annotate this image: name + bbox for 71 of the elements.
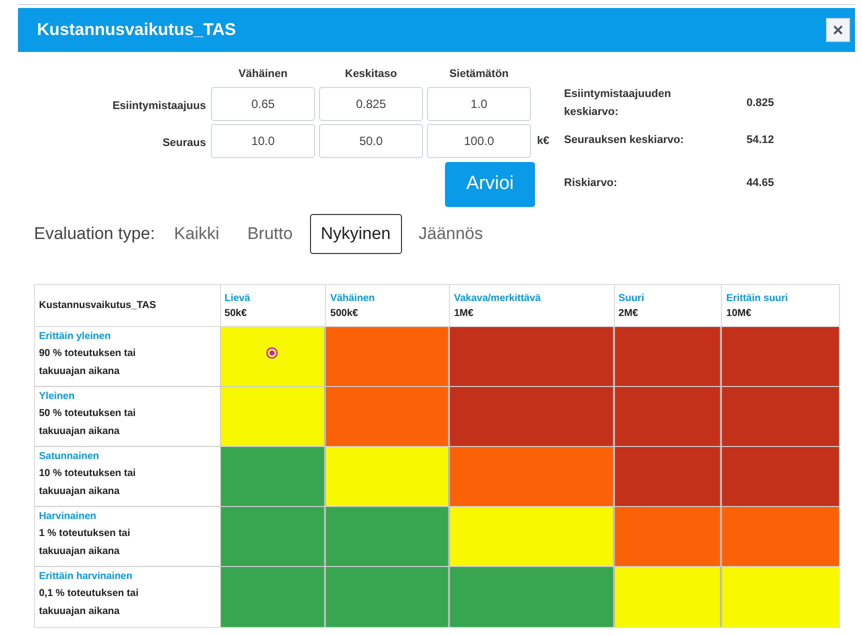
evaluation-tab[interactable]: Nykyinen bbox=[310, 214, 402, 254]
likelihood-description: 0,1 % toteutuksen tai takuuajan aikana bbox=[39, 587, 140, 619]
risk-cell[interactable] bbox=[722, 327, 839, 386]
row-label: Esiintymistaajuus bbox=[111, 99, 207, 114]
value-field[interactable]: 1.0 bbox=[427, 87, 531, 121]
risk-cell[interactable] bbox=[450, 567, 615, 627]
matrix-corner: Kustannusvaikutus_TAS bbox=[35, 285, 221, 326]
evaluation-tab[interactable]: Jäännös bbox=[408, 214, 494, 254]
stat-value: 54.12 bbox=[746, 132, 774, 148]
likelihood-name: Satunnainen bbox=[39, 450, 100, 464]
stat-value: 0.825 bbox=[746, 96, 774, 111]
risk-cell[interactable] bbox=[220, 567, 326, 627]
impact-amount: 50k€ bbox=[224, 306, 248, 320]
evaluation-type-label: Evaluation type: bbox=[34, 223, 155, 246]
column-header: Sietämätön bbox=[448, 67, 510, 82]
risk-cell[interactable] bbox=[614, 327, 722, 386]
impact-name: Erittäin suuri bbox=[726, 292, 789, 306]
unit-label: k€ bbox=[537, 134, 550, 149]
risk-cell[interactable] bbox=[326, 567, 450, 627]
risk-cell[interactable] bbox=[614, 387, 722, 446]
impact-amount: 2M€ bbox=[618, 306, 639, 320]
impact-name: Vakava/merkittävä bbox=[454, 292, 542, 306]
risk-cell[interactable] bbox=[220, 447, 326, 506]
risk-cell[interactable] bbox=[220, 387, 326, 446]
evaluation-tab[interactable]: Kaikki bbox=[162, 214, 230, 254]
impact-name: Suuri bbox=[618, 292, 646, 306]
impact-amount: 500k€ bbox=[330, 306, 360, 320]
value-field[interactable]: 100.0 bbox=[427, 124, 531, 158]
stat-label: Seurauksen keskiarvo: bbox=[564, 133, 685, 148]
impact-name: Lievä bbox=[224, 292, 252, 306]
impact-amount: 1M€ bbox=[454, 306, 474, 320]
likelihood-name: Yleinen bbox=[39, 390, 76, 404]
likelihood-description: 10 % toteutuksen tai takuuajan aikana bbox=[39, 467, 137, 499]
value-field[interactable]: 0.825 bbox=[319, 87, 423, 121]
column-header: Vähäinen bbox=[238, 67, 288, 82]
value-field[interactable]: 10.0 bbox=[211, 124, 315, 158]
risk-cell[interactable] bbox=[326, 327, 450, 386]
value-field[interactable]: 0.65 bbox=[211, 87, 315, 121]
risk-cell[interactable] bbox=[722, 447, 839, 506]
risk-cell[interactable] bbox=[614, 567, 722, 627]
likelihood-name: Erittäin yleinen bbox=[39, 330, 112, 344]
risk-cell[interactable] bbox=[326, 387, 450, 446]
stat-label: Esiintymistaajuuden keskiarvo: bbox=[564, 87, 672, 120]
close-button[interactable]: × bbox=[826, 18, 850, 42]
likelihood-name: Harvinainen bbox=[39, 510, 98, 524]
evaluation-tab[interactable]: Brutto bbox=[236, 214, 304, 254]
risk-cell[interactable] bbox=[220, 327, 326, 386]
risk-cell[interactable] bbox=[450, 447, 615, 506]
risk-cell[interactable] bbox=[450, 507, 615, 566]
risk-cell[interactable] bbox=[614, 507, 722, 566]
likelihood-description: 50 % toteutuksen tai takuuajan aikana bbox=[39, 407, 137, 439]
impact-amount: 10M€ bbox=[726, 306, 752, 320]
stat-label: Riskiarvo: bbox=[564, 176, 618, 191]
column-header: Keskitaso bbox=[344, 67, 398, 82]
stat-value: 44.65 bbox=[746, 176, 774, 191]
value-field[interactable]: 50.0 bbox=[319, 124, 423, 158]
risk-cell[interactable] bbox=[722, 387, 839, 446]
risk-cell[interactable] bbox=[450, 387, 615, 446]
likelihood-description: 1 % toteutuksen tai takuuajan aikana bbox=[39, 527, 132, 559]
risk-cell[interactable] bbox=[722, 507, 839, 566]
row-label: Seuraus bbox=[162, 136, 207, 152]
risk-cell[interactable] bbox=[722, 567, 839, 627]
likelihood-description: 90 % toteutuksen tai takuuajan aikana bbox=[39, 347, 137, 379]
likelihood-name: Erittäin harvinainen bbox=[39, 570, 134, 584]
risk-cell[interactable] bbox=[450, 327, 615, 386]
impact-name: Vähäinen bbox=[330, 292, 376, 306]
risk-cell[interactable] bbox=[220, 507, 326, 566]
window-title: Kustannusvaikutus_TAS bbox=[37, 19, 236, 42]
risk-cell[interactable] bbox=[326, 447, 450, 506]
risk-cell[interactable] bbox=[614, 447, 722, 506]
risk-cell[interactable] bbox=[326, 507, 450, 566]
